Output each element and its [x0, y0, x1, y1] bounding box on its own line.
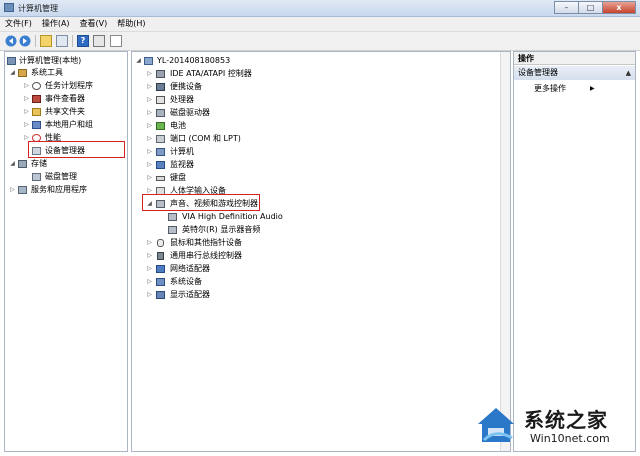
collapse-arrow-icon[interactable]: ◢ — [9, 158, 16, 170]
device-manager-highlight — [28, 141, 125, 158]
disk-drive-icon — [156, 109, 165, 117]
menu-file[interactable]: 文件(F) — [0, 17, 37, 31]
actions-header: 操作 — [514, 52, 635, 65]
services-icon — [18, 186, 27, 194]
audio-device-icon — [168, 226, 177, 234]
title-bar: 计算机管理 – □ x — [0, 0, 640, 17]
expand-arrow-icon[interactable]: ▷ — [9, 184, 16, 196]
expand-arrow-icon[interactable]: ▷ — [146, 159, 153, 171]
battery-icon — [156, 122, 165, 130]
properties-icon[interactable] — [93, 35, 105, 47]
clock-icon — [32, 82, 41, 90]
expand-arrow-icon[interactable]: ▷ — [146, 263, 153, 275]
expand-arrow-icon[interactable]: ▷ — [146, 133, 153, 145]
actions-group-label: 设备管理器 — [518, 68, 558, 77]
users-icon — [32, 121, 41, 129]
mouse-icon — [157, 239, 164, 247]
window-title: 计算机管理 — [18, 4, 58, 13]
toolbar-separator — [35, 35, 36, 47]
maximize-button[interactable]: □ — [578, 1, 602, 14]
collapse-arrow-icon[interactable]: ▲ — [626, 66, 631, 80]
app-icon — [4, 3, 14, 12]
computer-management-window: 计算机管理 – □ x 文件(F) 操作(A) 查看(V) 帮助(H) ? 计算 — [0, 0, 640, 456]
computer-management-icon — [7, 57, 16, 65]
vertical-scrollbar[interactable] — [500, 52, 510, 451]
back-arrow-icon[interactable] — [5, 35, 17, 47]
menu-action[interactable]: 操作(A) — [37, 17, 75, 31]
monitor-icon — [156, 161, 165, 169]
ide-controller-icon — [156, 70, 165, 78]
expand-arrow-icon[interactable]: ▷ — [23, 93, 30, 105]
console-tree-pane: 计算机管理(本地) ◢ 系统工具 ▷ 任务计划程序 ▷ 事件查看器 ▷ 共享文件… — [4, 51, 128, 452]
expand-arrow-icon[interactable]: ▷ — [146, 172, 153, 184]
minimize-button[interactable]: – — [554, 1, 578, 14]
watermark-url: Win10net.com — [530, 432, 610, 445]
house-logo-icon — [478, 408, 514, 442]
collapse-arrow-icon[interactable]: ◢ — [9, 67, 16, 79]
menu-help[interactable]: 帮助(H) — [112, 17, 150, 31]
actions-group-device-manager[interactable]: 设备管理器 ▲ — [514, 66, 635, 80]
help-icon[interactable]: ? — [77, 35, 89, 47]
toolbar: ? — [0, 32, 640, 51]
usb-icon — [157, 252, 164, 260]
display-adapter-icon — [156, 291, 165, 299]
more-actions-label: 更多操作 — [534, 84, 566, 93]
refresh-icon[interactable] — [110, 35, 122, 47]
tools-icon — [18, 69, 27, 77]
expand-arrow-icon[interactable]: ▷ — [23, 80, 30, 92]
toolbar-separator — [72, 35, 73, 47]
disk-icon — [32, 173, 41, 181]
watermark-title: 系统之家 — [524, 408, 608, 432]
sound-category-highlight — [142, 194, 260, 211]
window-controls: – □ x — [554, 1, 636, 15]
system-device-icon — [156, 278, 165, 286]
computer-icon — [156, 148, 165, 156]
expand-arrow-icon[interactable]: ▷ — [146, 146, 153, 158]
shared-folder-icon — [32, 108, 41, 116]
device-tree-pane: ◢ YL-201408180853 ▷ IDE ATA/ATAPI 控制器 ▷ … — [131, 51, 511, 452]
close-button[interactable]: x — [602, 1, 636, 14]
portable-device-icon — [156, 83, 165, 91]
watermark: 系统之家 Win10net.com — [468, 398, 638, 454]
port-icon — [156, 135, 165, 143]
expand-arrow-icon[interactable]: ▷ — [146, 94, 153, 106]
actions-pane: 操作 设备管理器 ▲ 更多操作 ▶ — [513, 51, 636, 452]
expand-arrow-icon[interactable]: ▷ — [146, 289, 153, 301]
show-tree-icon[interactable] — [56, 35, 68, 47]
event-viewer-icon — [32, 95, 41, 103]
keyboard-icon — [156, 176, 165, 181]
expand-arrow-icon[interactable]: ▷ — [146, 107, 153, 119]
computer-icon — [144, 57, 153, 65]
expand-arrow-icon[interactable]: ▷ — [146, 120, 153, 132]
collapse-arrow-icon[interactable]: ◢ — [135, 55, 142, 67]
forward-arrow-icon[interactable] — [19, 35, 31, 47]
expand-arrow-icon[interactable]: ▷ — [146, 81, 153, 93]
expand-arrow-icon[interactable]: ▷ — [146, 237, 153, 249]
expand-arrow-icon[interactable]: ▷ — [146, 250, 153, 262]
expand-arrow-icon[interactable]: ▷ — [146, 68, 153, 80]
expand-arrow-icon[interactable]: ▷ — [23, 106, 30, 118]
network-adapter-icon — [156, 265, 165, 273]
audio-device-icon — [168, 213, 177, 221]
expand-arrow-icon[interactable]: ▷ — [23, 119, 30, 131]
more-actions-link[interactable]: 更多操作 ▶ — [534, 83, 595, 95]
submenu-arrow-icon: ▶ — [590, 85, 595, 92]
up-folder-icon[interactable] — [40, 35, 52, 47]
expand-arrow-icon[interactable]: ▷ — [146, 276, 153, 288]
menu-bar: 文件(F) 操作(A) 查看(V) 帮助(H) — [0, 17, 640, 32]
storage-icon — [18, 160, 27, 168]
processor-icon — [156, 96, 165, 104]
menu-view[interactable]: 查看(V) — [75, 17, 113, 31]
